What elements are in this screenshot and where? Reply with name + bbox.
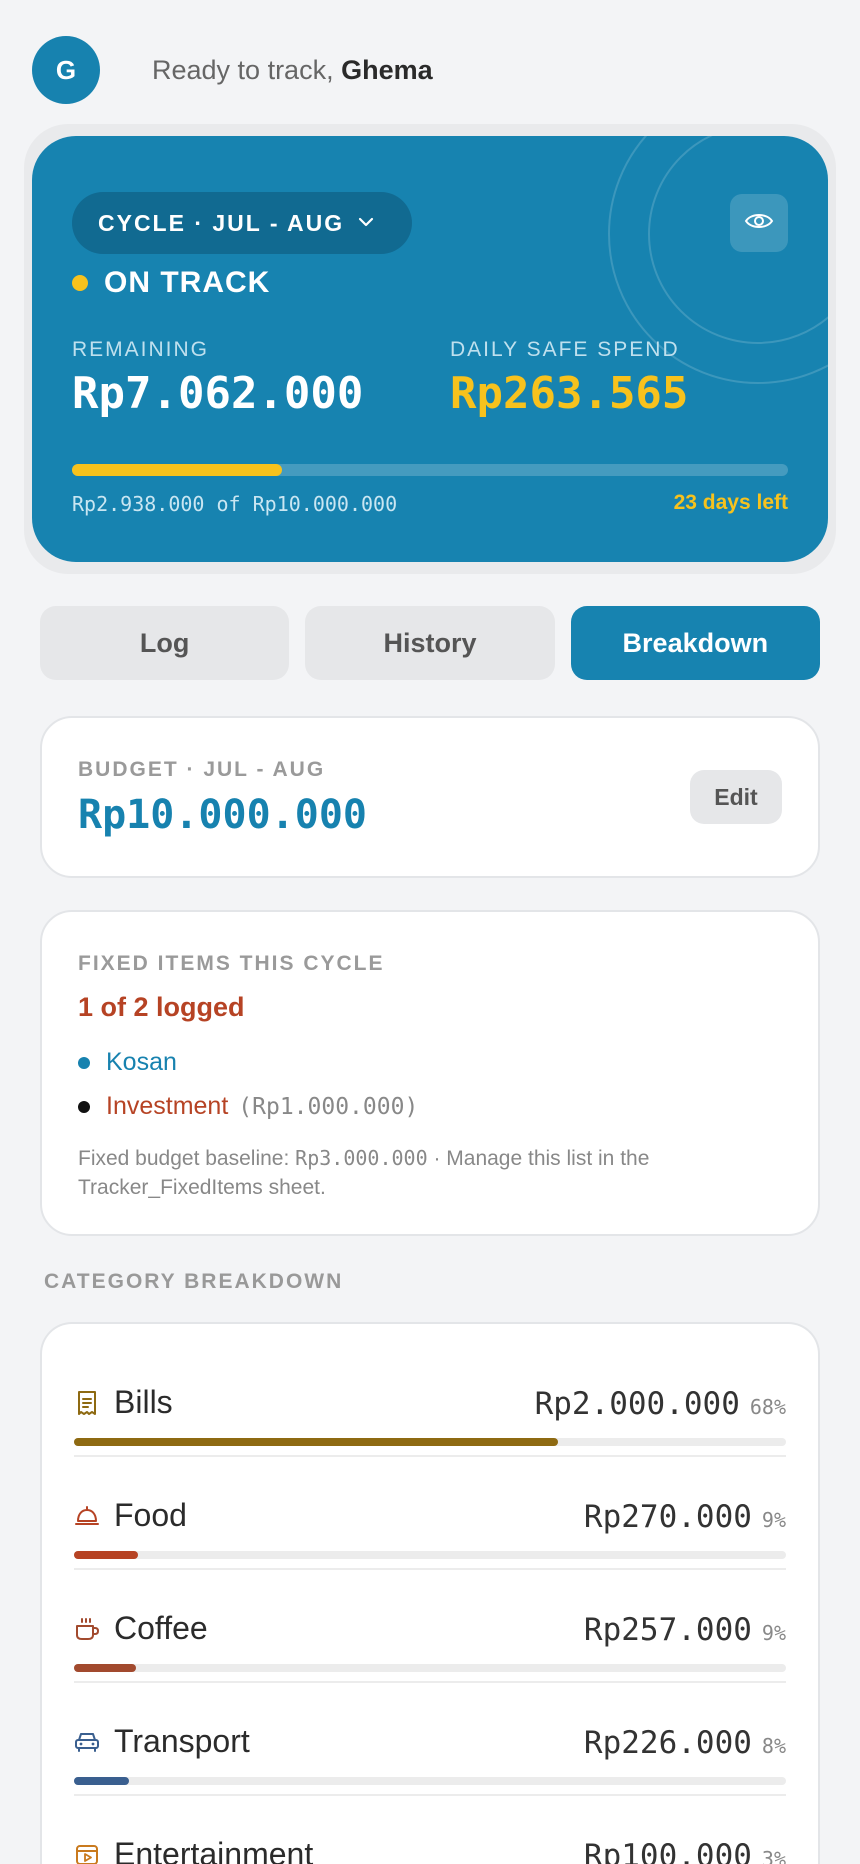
toggle-visibility-button[interactable]	[730, 194, 788, 252]
category-percent: 3%	[761, 1847, 786, 1864]
category-value: Rp226.000 8%	[584, 1725, 786, 1761]
tab-history[interactable]: History	[305, 606, 555, 680]
category-name: Entertainment	[114, 1836, 314, 1864]
category-value: Rp257.000 9%	[584, 1612, 786, 1648]
bullet	[78, 1056, 90, 1069]
status-dot	[72, 275, 88, 291]
category-progress-fill	[74, 1551, 139, 1559]
category-progress-bar	[74, 1664, 786, 1672]
remaining-label: REMAINING	[72, 338, 210, 361]
category-value: Rp100.000 3%	[584, 1838, 786, 1864]
daily-safe-spend-value: Rp263.565	[450, 368, 689, 419]
user-name: Ghema	[341, 54, 433, 85]
cycle-selector[interactable]: CYCLE · JUL - AUG	[72, 192, 412, 254]
category-progress-bar	[74, 1777, 786, 1785]
daily-safe-spend-label: DAILY SAFE SPEND	[450, 338, 680, 361]
remaining-value: Rp7.062.000	[72, 368, 364, 419]
play-icon	[74, 1842, 100, 1864]
category-breakdown-title: CATEGORY BREAKDOWN	[44, 1270, 344, 1293]
avatar[interactable]: G	[32, 36, 100, 104]
category-progress-fill	[74, 1777, 129, 1785]
fixed-item-amount: (Rp1.000.000)	[238, 1093, 419, 1120]
receipt-icon	[74, 1390, 100, 1416]
fixed-item-name: Kosan	[106, 1048, 177, 1076]
category-progress-bar	[74, 1438, 786, 1446]
tab-log[interactable]: Log	[40, 606, 290, 680]
cycle-label: CYCLE · JUL - AUG	[98, 209, 345, 236]
fixed-item[interactable]: Investment (Rp1.000.000)	[78, 1092, 418, 1121]
category-amount: Rp226.000	[583, 1725, 752, 1761]
edit-budget-button[interactable]: Edit	[690, 770, 782, 824]
header: G Ready to track, Ghema	[32, 36, 433, 104]
fixed-items-logged-count: 1 of 2 logged	[78, 992, 245, 1022]
spent-text: Rp2.938.000 of Rp10.000.000	[72, 492, 398, 516]
category-amount: Rp100.000	[583, 1838, 752, 1864]
fixed-item-name: Investment	[106, 1092, 229, 1120]
category-percent: 68%	[749, 1395, 786, 1419]
category-progress-fill	[74, 1438, 559, 1446]
category-percent: 8%	[761, 1734, 786, 1758]
category-name: Food	[114, 1497, 187, 1533]
coffee-cup-icon	[74, 1616, 100, 1642]
spent-progress-bar	[72, 464, 788, 476]
category-progress-bar	[74, 1551, 786, 1559]
budget-amount: Rp10.000.000	[78, 792, 367, 838]
category-progress-fill	[74, 1664, 136, 1672]
category-amount: Rp257.000	[583, 1612, 752, 1648]
days-left: 23 days left	[673, 491, 788, 514]
budget-card: BUDGET · JUL - AUG Rp10.000.000 Edit	[40, 716, 820, 878]
category-percent: 9%	[761, 1508, 786, 1532]
view-tabs: Log History Breakdown	[40, 606, 820, 680]
bullet	[78, 1100, 90, 1113]
tab-breakdown[interactable]: Breakdown	[570, 606, 820, 680]
category-name: Transport	[114, 1723, 250, 1759]
spent-progress-fill	[72, 464, 283, 476]
category-row[interactable]: Transport Rp226.000 8%	[74, 1683, 786, 1796]
category-value: Rp2.000.000 68%	[535, 1386, 786, 1422]
category-amount: Rp2.000.000	[534, 1386, 740, 1422]
category-name: Coffee	[114, 1610, 208, 1646]
fixed-items-title: FIXED ITEMS THIS CYCLE	[78, 952, 385, 975]
fixed-items-note: Fixed budget baseline: Rp3.000.000 · Man…	[78, 1146, 650, 1199]
chevron-down-icon	[358, 214, 374, 232]
hero-card: CYCLE · JUL - AUG ON TRACK REMAINING Rp7…	[32, 136, 828, 562]
car-icon	[74, 1729, 100, 1755]
category-row[interactable]: Food Rp270.000 9%	[74, 1457, 786, 1570]
category-value: Rp270.000 9%	[584, 1499, 786, 1535]
fixed-items-card: FIXED ITEMS THIS CYCLE 1 of 2 logged Kos…	[40, 910, 820, 1236]
category-row[interactable]: Coffee Rp257.000 9%	[74, 1570, 786, 1683]
food-bell-icon	[74, 1503, 100, 1529]
category-amount: Rp270.000	[583, 1499, 752, 1535]
status-badge: ON TRACK	[72, 266, 270, 300]
category-row[interactable]: Bills Rp2.000.000 68%	[74, 1344, 786, 1457]
budget-label: BUDGET · JUL - AUG	[78, 758, 326, 781]
category-row[interactable]: Entertainment Rp100.000 3%	[74, 1796, 786, 1864]
category-breakdown-card: Bills Rp2.000.000 68% Food Rp270.000 9% …	[40, 1322, 820, 1864]
eye-icon	[744, 211, 774, 236]
fixed-item[interactable]: Kosan	[78, 1048, 177, 1077]
category-percent: 9%	[761, 1621, 786, 1645]
category-name: Bills	[114, 1384, 173, 1420]
greeting: Ready to track, Ghema	[152, 54, 433, 85]
